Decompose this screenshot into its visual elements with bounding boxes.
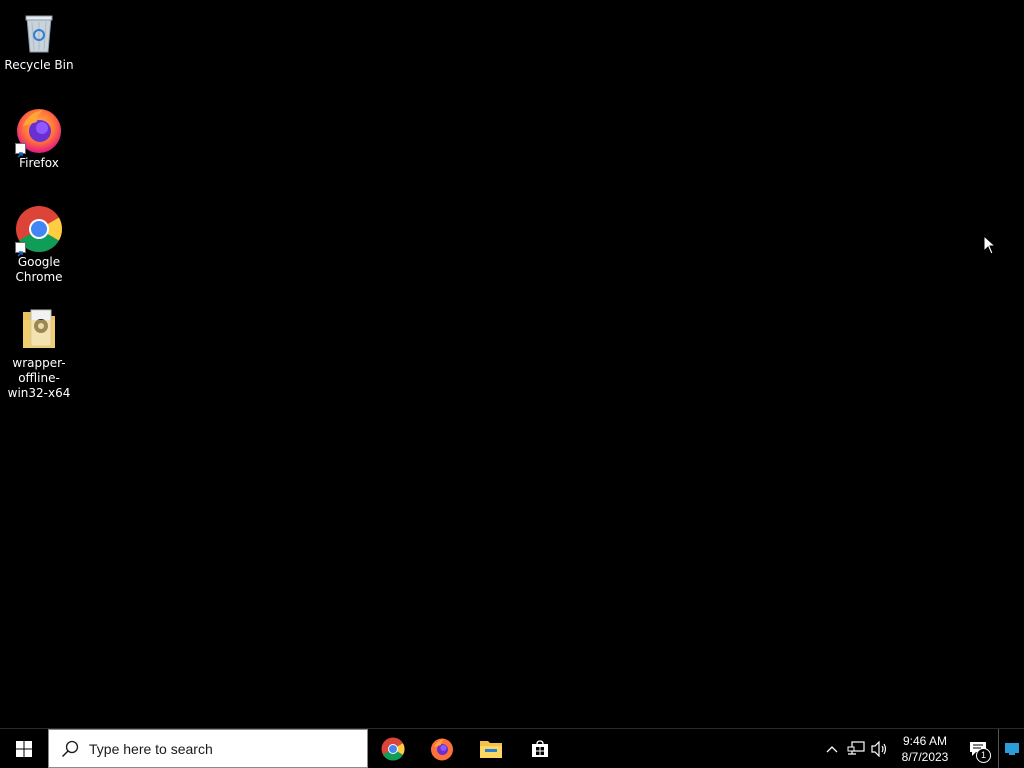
- chrome-icon: [15, 205, 63, 257]
- desktop-icon-firefox[interactable]: Firefox: [0, 106, 78, 171]
- store-icon: [531, 739, 548, 757]
- taskbar-firefox-button[interactable]: [417, 729, 466, 768]
- show-hidden-icons-button[interactable]: [820, 729, 844, 768]
- notification-count-badge: 1: [976, 748, 991, 763]
- network-button[interactable]: [844, 729, 868, 768]
- network-icon: [847, 740, 865, 755]
- recycle-bin-icon: [15, 8, 63, 56]
- clock-time: 9:46 AM: [902, 733, 948, 748]
- taskbar: Type here to search 9:46 AM 8/7/2023 1: [0, 728, 1024, 768]
- show-desktop-button[interactable]: [998, 729, 1024, 768]
- desktop-preview-icon: [1004, 742, 1019, 755]
- taskbar-chrome-button[interactable]: [368, 729, 417, 768]
- shortcut-arrow-icon: [15, 143, 26, 158]
- desktop: Recycle Bin Firefox Google Chrome wrappe…: [0, 0, 1024, 728]
- desktop-icon-label: Firefox: [19, 156, 59, 170]
- volume-button[interactable]: [868, 729, 892, 768]
- search-icon: [61, 740, 79, 757]
- desktop-icon-label: Recycle Bin: [4, 58, 74, 72]
- taskbar-spacer: [564, 729, 820, 768]
- desktop-icon-wrapper-offline-folder[interactable]: wrapper-offline-win32-x64: [0, 306, 78, 401]
- desktop-icon-label: wrapper-offline-win32-x64: [7, 356, 71, 400]
- volume-icon: [871, 740, 887, 757]
- desktop-icon-google-chrome[interactable]: Google Chrome: [0, 205, 78, 285]
- mouse-cursor-icon: [983, 234, 997, 255]
- clock-date: 8/7/2023: [901, 749, 949, 764]
- firefox-icon: [15, 106, 63, 158]
- folder-icon: [15, 306, 63, 354]
- desktop-icon-label: Google Chrome: [15, 255, 63, 284]
- taskbar-clock[interactable]: 9:46 AM 8/7/2023: [892, 729, 958, 768]
- firefox-icon: [430, 738, 453, 760]
- taskbar-store-button[interactable]: [515, 729, 564, 768]
- action-center-button[interactable]: 1: [958, 729, 998, 768]
- search-placeholder: Type here to search: [89, 740, 213, 757]
- chrome-icon: [381, 737, 404, 760]
- taskbar-search-box[interactable]: Type here to search: [48, 729, 368, 768]
- file-explorer-icon: [479, 740, 502, 758]
- windows-logo-icon: [16, 740, 32, 757]
- taskbar-file-explorer-button[interactable]: [466, 729, 515, 768]
- start-button[interactable]: [0, 729, 48, 768]
- chevron-up-icon: [826, 745, 838, 752]
- desktop-icon-recycle-bin[interactable]: Recycle Bin: [0, 8, 78, 73]
- shortcut-arrow-icon: [15, 242, 26, 257]
